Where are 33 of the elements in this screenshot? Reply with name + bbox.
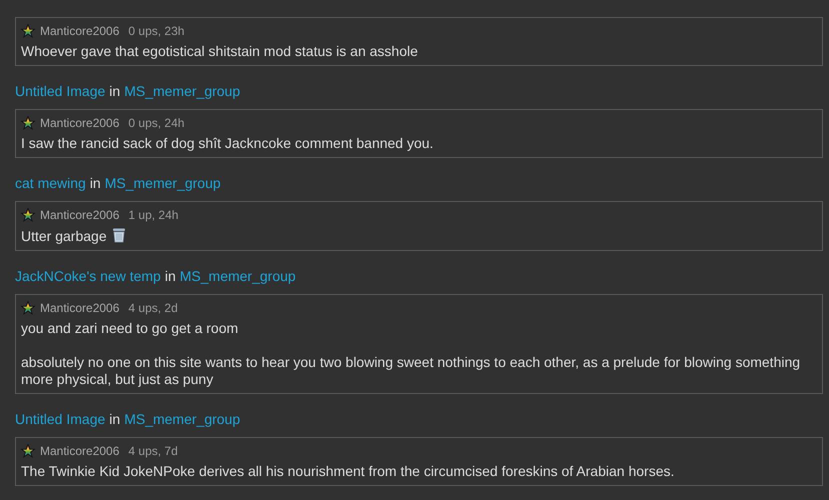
comment-text: I saw the rancid sack of dog shît Jackncoke comment banned you.	[21, 135, 434, 152]
group-link[interactable]: MS_memer_group	[124, 409, 240, 429]
in-label: in	[109, 82, 120, 101]
star-icon	[21, 24, 35, 38]
comment-text: Whoever gave that egotistical shitstain mod status is an asshole	[21, 43, 419, 60]
comment-text: The Twinkie Kid JokeNPoke derives all his nourishment from the circumcised foreskins of Arabian horses.	[21, 463, 676, 480]
post-title-link[interactable]: Untitled Image	[15, 409, 106, 429]
username-link[interactable]: Manticore2006	[40, 299, 120, 317]
post-title-link[interactable]: JackNCoke's new temp	[15, 266, 161, 286]
in-label: in	[90, 174, 101, 193]
post-title-link[interactable]: Untitled Image	[15, 81, 106, 101]
username-link[interactable]: Manticore2006	[40, 442, 120, 460]
star-icon	[21, 444, 35, 458]
username-link[interactable]: Manticore2006	[40, 22, 120, 40]
comment-meta: 4 ups, 2d	[128, 300, 178, 317]
star-icon	[21, 116, 35, 130]
group-link[interactable]: MS_memer_group	[104, 173, 221, 193]
in-label: in	[164, 267, 176, 286]
star-icon	[21, 301, 35, 315]
post-title-link[interactable]: cat mewing	[15, 173, 86, 193]
comment-text: absolutely no one on this site wants to hear you two blowing sweet nothings to each other, as a prelude for blowing something more physical, but just as puny	[21, 354, 802, 388]
group-link[interactable]: MS_memer_group	[124, 81, 240, 101]
username-link[interactable]: Manticore2006	[40, 206, 120, 224]
comment-meta: 0 ups, 24h	[128, 115, 184, 132]
comment-meta: 0 ups, 23h	[128, 23, 184, 40]
comment-text: you and zari need to go get a room	[21, 320, 240, 337]
username-link[interactable]: Manticore2006	[40, 114, 120, 132]
comment-meta: 4 ups, 7d	[128, 443, 178, 460]
comment-meta: 1 up, 24h	[128, 207, 178, 224]
comment-text: Utter garbage	[21, 227, 817, 245]
in-label: in	[109, 410, 120, 429]
star-icon	[21, 208, 35, 222]
group-link[interactable]: MS_memer_group	[180, 266, 296, 286]
